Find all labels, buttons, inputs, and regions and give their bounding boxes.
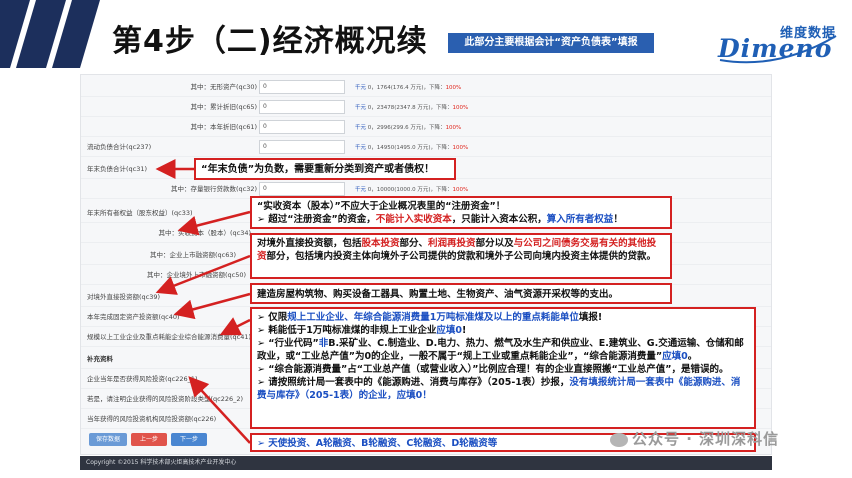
form-row-accumulated-depreciation: 其中：累计折旧(qc65) 0 千元 0，23478(2347.8 万元)，下降…	[81, 97, 771, 117]
wechat-icon	[610, 432, 628, 447]
field-label: 流动负债合计(qc237)	[87, 143, 152, 151]
page-header: 第4步（二)经济概况续 此部分主要根据会计“资产负债表”填报 维度数据 Dime…	[0, 0, 852, 68]
field-label: 其中：累计折旧(qc65)	[190, 103, 257, 111]
field-hint: 千元 0，14950(1495.0 万元)，下降：100%	[355, 145, 469, 151]
field-label: 其中：企业境外上市融资额(qc50)	[146, 271, 246, 279]
form-row-intangible-assets: 其中：无形资产(qc30) 0 千元 0，1764(176.4 万元)，下降：1…	[81, 77, 771, 97]
field-input-qc30[interactable]: 0	[259, 80, 345, 94]
form-row-current-liabilities: 流动负债合计(qc237) 0 千元 0，14950(1495.0 万元)，下降…	[81, 137, 771, 157]
note-overseas-investment: 对境外直接投资额，包括股本投资部分、利润再投资部分以及与公司之间债务交易有关的其…	[250, 233, 672, 279]
info-banner: 此部分主要根据会计“资产负债表”填报	[448, 33, 654, 53]
next-step-button[interactable]: 下一步	[171, 433, 207, 446]
field-label: 企业当年是否获得风险投资(qc226_1)	[87, 375, 198, 383]
field-label: 年末负债合计(qc31)	[87, 165, 148, 173]
field-label: 其中：存量银行贷款数(qc32)	[170, 185, 257, 193]
note-negative-liabilities: “年末负债”为负数，需要重新分类到资产或者债权！	[194, 158, 456, 180]
section-label: 补充资料	[87, 355, 113, 363]
field-label: 当年获得的风险投资机构风险投资额(qc226)	[87, 415, 217, 423]
field-label: 对境外直接投资额(qc39)	[87, 293, 161, 301]
field-input-qc237[interactable]: 0	[259, 140, 345, 154]
save-button[interactable]: 保存数据	[89, 433, 127, 446]
field-label: 若是，请注明企业获得的风险投资阶段类型(qc226_2)	[87, 395, 244, 403]
watermark: 公众号 · 深圳深科信	[610, 428, 779, 449]
field-hint: 千元 0，10000(1000.0 万元)，下降：100%	[355, 187, 469, 193]
field-input-qc65[interactable]: 0	[259, 100, 345, 114]
note-energy-consumption: ➢ 仅限规上工业企业、年综合能源消费量1万吨标准煤及以上的重点耗能单位填报! ➢…	[250, 307, 756, 429]
field-input-qc61[interactable]: 0	[259, 120, 345, 134]
note-fixed-asset-investment: 建造房屋构筑物、购买设备工器具、购置土地、生物资产、油气资源开采权等的支出。	[250, 283, 672, 304]
page-title: 第4步（二)经济概况续	[112, 24, 428, 59]
field-label: 其中：无形资产(qc30)	[190, 83, 257, 91]
field-input-qc32[interactable]: 0	[259, 182, 345, 196]
field-label: 其中：本年折旧(qc61)	[190, 123, 257, 131]
logo-text-en: Dimeno	[718, 34, 833, 63]
field-hint: 千元 0，23478(2347.8 万元)，下降：100%	[355, 105, 469, 111]
field-label: 本年完成固定资产投资额(qc40)	[87, 313, 180, 321]
field-hint: 千元 0，1764(176.4 万元)，下降：100%	[355, 85, 462, 91]
prev-step-button[interactable]: 上一步	[131, 433, 167, 446]
note-paid-in-capital: “实收资本（股本）”不应大于企业概况表里的“注册资金”！ ➢ 超过“注册资金”的…	[250, 196, 672, 229]
field-label: 年末所有者权益（股东权益）(qc33)	[87, 209, 193, 217]
page-footer: Copyright ©2015 科学技术部火炬高技术产业开发中心	[80, 456, 772, 470]
form-row-annual-depreciation: 其中：本年折旧(qc61) 0 千元 0，2996(299.6 万元)，下降：1…	[81, 117, 771, 137]
field-label: 其中：实收资本（股本）(qc34)	[158, 229, 251, 237]
field-hint: 千元 0，2996(299.6 万元)，下降：100%	[355, 125, 462, 131]
field-label: 其中：企业上市融资额(qc63)	[149, 251, 236, 259]
company-logo: 维度数据 Dimeno	[718, 22, 840, 66]
field-label: 规模以上工业企业及重点耗能企业综合能源消费量(qc41)	[87, 333, 252, 341]
chevron-decoration-icon	[0, 0, 100, 68]
